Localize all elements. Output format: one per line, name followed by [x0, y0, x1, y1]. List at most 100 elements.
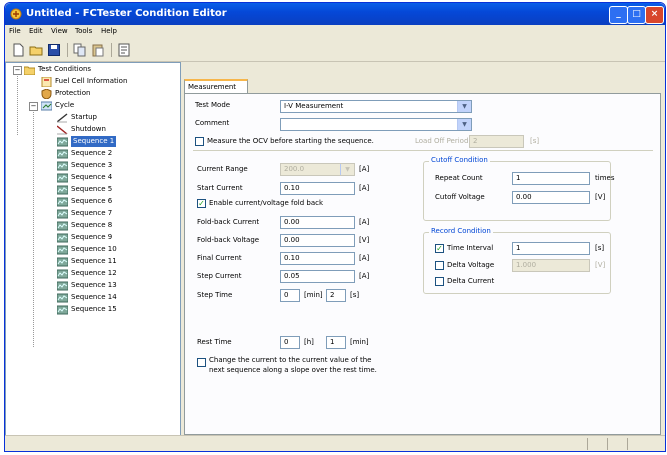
sequence-icon: [57, 137, 68, 147]
tree-item-sequence[interactable]: Sequence 1: [57, 136, 117, 147]
tree-item-shutdown[interactable]: Shutdown: [57, 124, 106, 135]
tree-item-label: Shutdown: [71, 125, 106, 133]
tree-item-label: Sequence 1: [71, 136, 117, 147]
tree-item-fuel-cell[interactable]: Fuel Cell Information: [41, 76, 127, 87]
rest-time-h-unit: [h]: [304, 338, 314, 346]
menu-file[interactable]: File: [9, 27, 21, 35]
collapse-root-icon[interactable]: −: [13, 66, 22, 75]
tree-item-protection[interactable]: Protection: [41, 88, 90, 99]
step-time-min-input[interactable]: 0: [280, 289, 300, 302]
measure-ocv-label: Measure the OCV before starting the sequ…: [207, 137, 374, 145]
foldback-current-input[interactable]: 0.00: [280, 216, 355, 229]
foldback-current-label: Fold-back Current: [197, 218, 260, 226]
status-pane: [627, 438, 646, 450]
dropdown-arrow-icon[interactable]: ▼: [457, 119, 471, 130]
tree-item-sequence[interactable]: Sequence 6: [57, 196, 112, 207]
tree-item-sequence[interactable]: Sequence 10: [57, 244, 117, 255]
time-interval-label: Time Interval: [447, 244, 494, 252]
status-bar: [5, 435, 665, 451]
delta-voltage-unit: [V]: [595, 261, 606, 269]
toolbar-separator: [67, 43, 68, 57]
title-bar[interactable]: Untitled - FCTester Condition Editor _ □…: [5, 3, 665, 25]
repeat-count-input[interactable]: 1: [512, 172, 590, 185]
sequence-icon: [57, 149, 68, 159]
comment-combo[interactable]: ▼: [280, 118, 472, 131]
condition-tree[interactable]: − Test Conditions Fuel Cell Information …: [5, 62, 181, 436]
tree-item-label: Sequence 5: [71, 185, 113, 193]
open-icon[interactable]: [29, 43, 43, 57]
minimize-button[interactable]: _: [609, 6, 628, 24]
dropdown-arrow-icon[interactable]: ▼: [457, 101, 471, 112]
tree-item-sequence[interactable]: Sequence 5: [57, 184, 112, 195]
sequence-icon: [57, 221, 68, 231]
maximize-button[interactable]: □: [627, 6, 646, 24]
step-current-label: Step Current: [197, 272, 242, 280]
change-current-checkbox[interactable]: [197, 358, 206, 367]
delta-current-checkbox[interactable]: [435, 277, 444, 286]
time-interval-checkbox[interactable]: ✓: [435, 244, 444, 253]
tree-item-sequence[interactable]: Sequence 15: [57, 304, 117, 315]
tree-item-label: Sequence 7: [71, 209, 113, 217]
properties-icon[interactable]: [117, 43, 131, 57]
sequence-icon: [57, 257, 68, 267]
load-off-unit: [s]: [530, 137, 540, 145]
sequence-icon: [57, 245, 68, 255]
tree-item-cycle[interactable]: Cycle: [41, 100, 74, 111]
tree-item-sequence[interactable]: Sequence 14: [57, 292, 117, 303]
save-icon[interactable]: [47, 43, 61, 57]
protection-icon: [41, 89, 52, 99]
tree-item-sequence[interactable]: Sequence 9: [57, 232, 112, 243]
tree-item-sequence[interactable]: Sequence 3: [57, 160, 112, 171]
current-range-unit: [A]: [359, 165, 370, 173]
time-interval-input[interactable]: 1: [512, 242, 590, 255]
tree-item-label: Cycle: [55, 101, 75, 109]
tab-measurement[interactable]: Measurement: [184, 79, 248, 93]
tree-item-sequence[interactable]: Sequence 11: [57, 256, 117, 267]
tree-item-sequence[interactable]: Sequence 2: [57, 148, 112, 159]
foldback-voltage-input[interactable]: 0.00: [280, 234, 355, 247]
menu-tools[interactable]: Tools: [75, 27, 92, 35]
dropdown-arrow-icon[interactable]: ▼: [340, 164, 354, 175]
close-button[interactable]: ×: [645, 6, 664, 24]
start-current-input[interactable]: 0.10: [280, 182, 355, 195]
enable-foldback-checkbox[interactable]: ✓: [197, 199, 206, 208]
folder-icon: [24, 66, 35, 75]
menu-edit[interactable]: Edit: [29, 27, 43, 35]
measure-ocv-checkbox[interactable]: [195, 137, 204, 146]
load-off-input[interactable]: 2: [469, 135, 524, 148]
tree-item-sequence[interactable]: Sequence 13: [57, 280, 117, 291]
step-current-input[interactable]: 0.05: [280, 270, 355, 283]
delta-voltage-input[interactable]: 1.000: [512, 259, 590, 272]
record-title: Record Condition: [429, 227, 493, 235]
cutoff-voltage-input[interactable]: 0.00: [512, 191, 590, 204]
separator: [193, 150, 653, 151]
rest-time-h-input[interactable]: 0: [280, 336, 300, 349]
sequence-icon: [57, 173, 68, 183]
tree-item-sequence[interactable]: Sequence 8: [57, 220, 112, 231]
delta-voltage-checkbox[interactable]: [435, 261, 444, 270]
step-time-sec-input[interactable]: 2: [326, 289, 346, 302]
load-off-label: Load Off Period: [415, 137, 469, 145]
paste-icon[interactable]: [91, 43, 105, 57]
collapse-cycle-icon[interactable]: −: [29, 102, 38, 111]
copy-icon[interactable]: [73, 43, 87, 57]
menu-view[interactable]: View: [51, 27, 68, 35]
menu-help[interactable]: Help: [101, 27, 117, 35]
tree-item-sequence[interactable]: Sequence 12: [57, 268, 117, 279]
tree-item-startup[interactable]: Startup: [57, 112, 97, 123]
final-current-label: Final Current: [197, 254, 242, 262]
tree-item-sequence[interactable]: Sequence 7: [57, 208, 112, 219]
new-icon[interactable]: [11, 43, 25, 57]
tree-line: [17, 73, 18, 135]
tree-item-sequence[interactable]: Sequence 4: [57, 172, 112, 183]
sequence-icon: [57, 185, 68, 195]
step-time-sec-unit: [s]: [350, 291, 360, 299]
tree-item-label: Sequence 8: [71, 221, 113, 229]
final-current-input[interactable]: 0.10: [280, 252, 355, 265]
tree-item-test-conditions[interactable]: Test Conditions: [24, 64, 91, 75]
current-range-select[interactable]: 200.0 ▼: [280, 163, 355, 176]
current-range-label: Current Range: [197, 165, 248, 173]
rest-time-min-input[interactable]: 1: [326, 336, 346, 349]
test-mode-select[interactable]: I-V Measurement ▼: [280, 100, 472, 113]
rest-time-label: Rest Time: [197, 338, 232, 346]
